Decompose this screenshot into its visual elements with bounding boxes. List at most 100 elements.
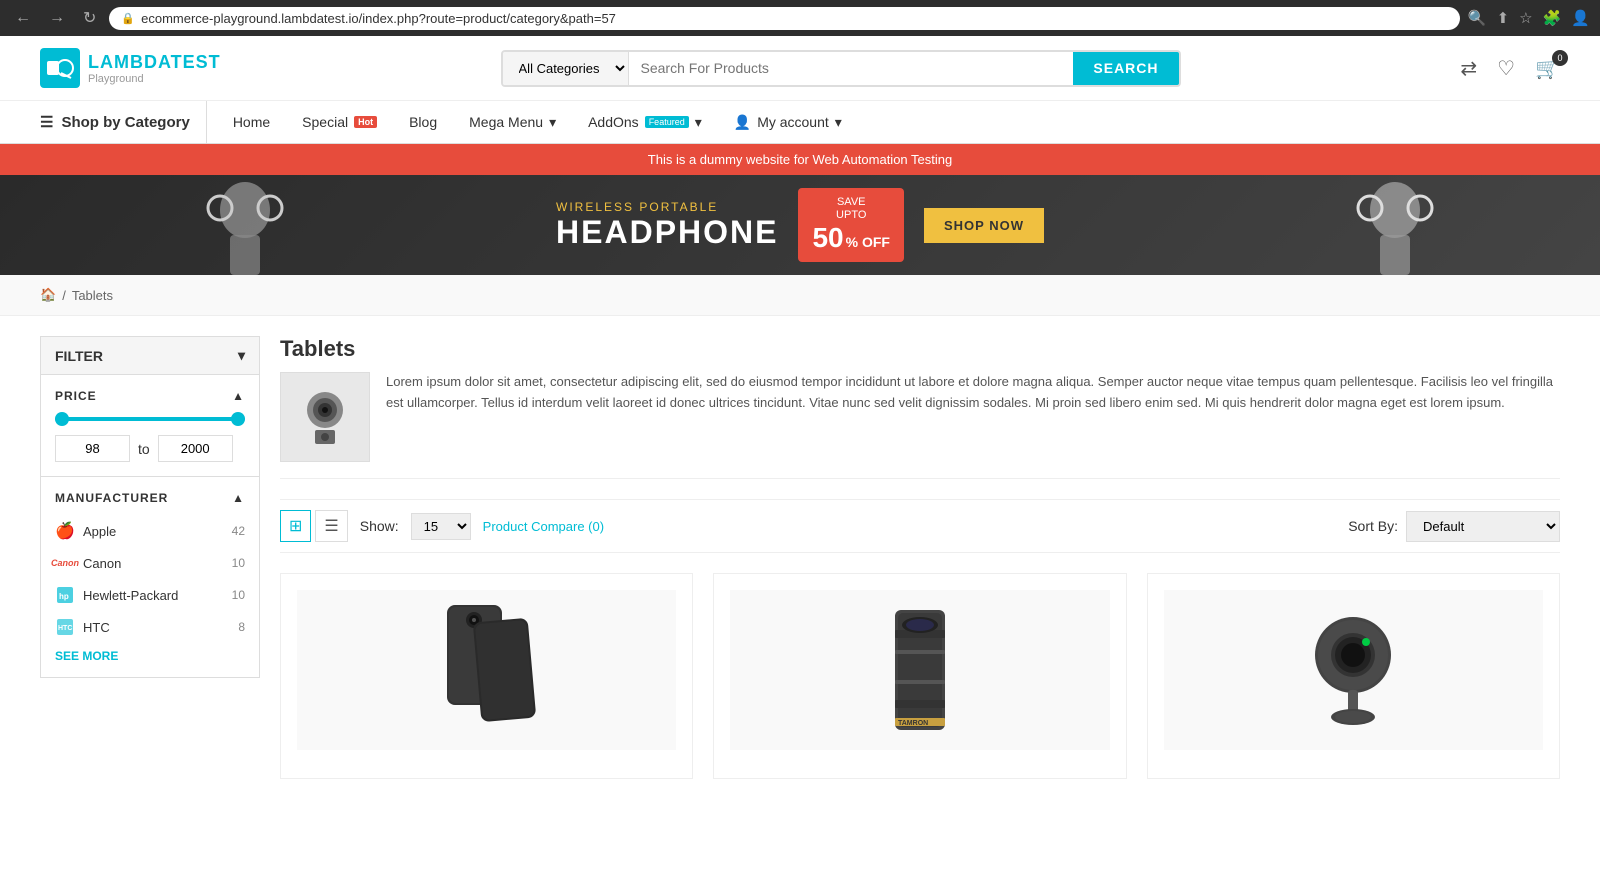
sidebar: FILTER ▾ PRICE ▲ to bbox=[40, 336, 260, 796]
sort-area: Sort By: Default Name (A - Z) Name (Z - … bbox=[1348, 511, 1560, 542]
product-compare-link[interactable]: Product Compare (0) bbox=[483, 519, 604, 534]
share-icon[interactable]: ⬆ bbox=[1497, 9, 1510, 27]
address-bar[interactable]: 🔒 ecommerce-playground.lambdatest.io/ind… bbox=[109, 7, 1460, 30]
product-image-camera bbox=[1164, 590, 1543, 750]
manufacturer-apple[interactable]: 🍎 Apple 42 bbox=[55, 515, 245, 547]
list-view-btn[interactable]: ☰ bbox=[315, 510, 347, 542]
logo-area[interactable]: LAMBDATEST Playground bbox=[40, 48, 221, 88]
home-icon: 🏠 bbox=[40, 287, 56, 302]
announcement-bar: This is a dummy website for Web Automati… bbox=[0, 144, 1600, 175]
forward-button[interactable]: → bbox=[44, 7, 70, 29]
svg-text:TAMRON: TAMRON bbox=[898, 720, 928, 727]
cart-badge: 0 bbox=[1552, 50, 1568, 66]
shop-now-button[interactable]: SHOP NOW bbox=[924, 208, 1044, 243]
grid-view-btn[interactable]: ⊞ bbox=[280, 510, 311, 542]
product-card-phone[interactable] bbox=[280, 573, 693, 779]
canon-name: Canon bbox=[83, 556, 121, 571]
url-text: ecommerce-playground.lambdatest.io/index… bbox=[141, 11, 616, 26]
price-range-track[interactable] bbox=[55, 417, 245, 421]
show-select[interactable]: 15 25 50 75 100 bbox=[411, 513, 471, 540]
addons-chevron: ▾ bbox=[695, 114, 702, 131]
htc-logo: HTC bbox=[55, 617, 75, 637]
category-description-text: Lorem ipsum dolor sit amet, consectetur … bbox=[386, 372, 1560, 462]
price-handle-min[interactable] bbox=[55, 412, 69, 426]
hero-content: WIRELESS PORTABLE HEADPHONE SAVE UPTO 50… bbox=[556, 188, 1044, 262]
browser-action-icons: 🔍 ⬆ ☆ 🧩 👤 bbox=[1468, 9, 1590, 27]
nav-home[interactable]: Home bbox=[217, 102, 286, 142]
browser-chrome: ← → ↻ 🔒 ecommerce-playground.lambdatest.… bbox=[0, 0, 1600, 36]
price-range-fill bbox=[55, 417, 245, 421]
product-image-lens: TAMRON bbox=[730, 590, 1109, 750]
search-input[interactable] bbox=[629, 52, 1074, 85]
product-card-lens[interactable]: TAMRON bbox=[713, 573, 1126, 779]
save-label: SAVE UPTO bbox=[812, 196, 890, 222]
apple-name: Apple bbox=[83, 524, 116, 539]
price-section-header[interactable]: PRICE ▲ bbox=[55, 389, 245, 403]
manufacturer-section-header[interactable]: MANUFACTURER ▲ bbox=[55, 491, 245, 505]
hp-name: Hewlett-Packard bbox=[83, 588, 178, 603]
price-inputs: to bbox=[55, 435, 245, 462]
hero-right-figure bbox=[1350, 180, 1440, 275]
hero-sub-title: WIRELESS PORTABLE bbox=[556, 200, 778, 214]
price-to-label: to bbox=[138, 441, 150, 457]
category-description: Lorem ipsum dolor sit amet, consectetur … bbox=[280, 372, 1560, 479]
filter-header[interactable]: FILTER ▾ bbox=[40, 336, 260, 375]
main-layout: FILTER ▾ PRICE ▲ to bbox=[0, 316, 1600, 816]
manufacturer-label: MANUFACTURER bbox=[55, 491, 168, 505]
price-filter-section: PRICE ▲ to bbox=[40, 375, 260, 477]
apple-logo: 🍎 bbox=[55, 521, 75, 541]
nav-special[interactable]: Special Hot bbox=[286, 102, 393, 142]
reload-button[interactable]: ↻ bbox=[78, 6, 101, 30]
nav-mega-menu[interactable]: Mega Menu ▾ bbox=[453, 102, 572, 143]
manufacturer-htc[interactable]: HTC HTC 8 bbox=[55, 611, 245, 643]
profile-icon[interactable]: 👤 bbox=[1571, 9, 1590, 27]
manufacturer-hp[interactable]: hp Hewlett-Packard 10 bbox=[55, 579, 245, 611]
wishlist-icon-btn[interactable]: ♡ bbox=[1497, 56, 1515, 81]
apple-count: 42 bbox=[232, 524, 245, 538]
back-button[interactable]: ← bbox=[10, 7, 36, 29]
manufacturer-canon[interactable]: Canon Canon 10 bbox=[55, 547, 245, 579]
view-buttons: ⊞ ☰ bbox=[280, 510, 348, 542]
price-max-input[interactable] bbox=[158, 435, 233, 462]
price-min-input[interactable] bbox=[55, 435, 130, 462]
filter-title: FILTER bbox=[55, 348, 103, 364]
mega-menu-chevron: ▾ bbox=[549, 114, 556, 131]
nav-my-account[interactable]: 👤 My account ▾ bbox=[718, 102, 858, 143]
announcement-text: This is a dummy website for Web Automati… bbox=[648, 152, 952, 167]
price-handle-max[interactable] bbox=[231, 412, 245, 426]
search-button[interactable]: SEARCH bbox=[1073, 52, 1178, 85]
cart-icon-btn[interactable]: 🛒 0 bbox=[1535, 56, 1560, 81]
show-label: Show: bbox=[360, 518, 399, 534]
breadcrumb-separator: / bbox=[62, 288, 66, 303]
product-card-camera[interactable] bbox=[1147, 573, 1560, 779]
nav-links: Home Special Hot Blog Mega Menu ▾ AddOns… bbox=[217, 102, 858, 143]
breadcrumb-home-link[interactable]: 🏠 bbox=[40, 287, 56, 303]
hero-banner: WIRELESS PORTABLE HEADPHONE SAVE UPTO 50… bbox=[0, 175, 1600, 275]
bookmark-icon[interactable]: ☆ bbox=[1519, 9, 1532, 27]
products-toolbar: ⊞ ☰ Show: 15 25 50 75 100 Product Compar… bbox=[280, 499, 1560, 553]
account-icon: 👤 bbox=[734, 114, 751, 131]
compare-icon-btn[interactable]: ⇄ bbox=[1460, 56, 1477, 81]
price-label: PRICE bbox=[55, 389, 97, 403]
product-image-phone bbox=[297, 590, 676, 750]
save-off: % OFF bbox=[846, 234, 890, 250]
search-category-select[interactable]: All Categories bbox=[503, 52, 629, 85]
manufacturer-chevron-icon: ▲ bbox=[232, 491, 245, 505]
featured-badge: Featured bbox=[645, 116, 689, 128]
search-browser-icon[interactable]: 🔍 bbox=[1468, 9, 1487, 27]
site-nav: ☰ Shop by Category Home Special Hot Blog… bbox=[0, 101, 1600, 144]
see-more-link[interactable]: SEE MORE bbox=[55, 649, 118, 663]
extensions-icon[interactable]: 🧩 bbox=[1543, 9, 1562, 27]
nav-addons[interactable]: AddOns Featured ▾ bbox=[572, 102, 718, 143]
site-header: LAMBDATEST Playground All Categories SEA… bbox=[0, 36, 1600, 101]
svg-text:hp: hp bbox=[59, 592, 69, 601]
htc-count: 8 bbox=[238, 620, 245, 634]
save-percent: 50 bbox=[812, 222, 843, 254]
nav-blog[interactable]: Blog bbox=[393, 102, 453, 142]
shop-by-category[interactable]: ☰ Shop by Category bbox=[40, 101, 207, 143]
site-wrapper: LAMBDATEST Playground All Categories SEA… bbox=[0, 36, 1600, 892]
hero-save-badge: SAVE UPTO 50 % OFF bbox=[798, 188, 904, 262]
breadcrumb-current: Tablets bbox=[72, 288, 113, 303]
sort-label: Sort By: bbox=[1348, 518, 1398, 534]
sort-select[interactable]: Default Name (A - Z) Name (Z - A) Price … bbox=[1406, 511, 1560, 542]
